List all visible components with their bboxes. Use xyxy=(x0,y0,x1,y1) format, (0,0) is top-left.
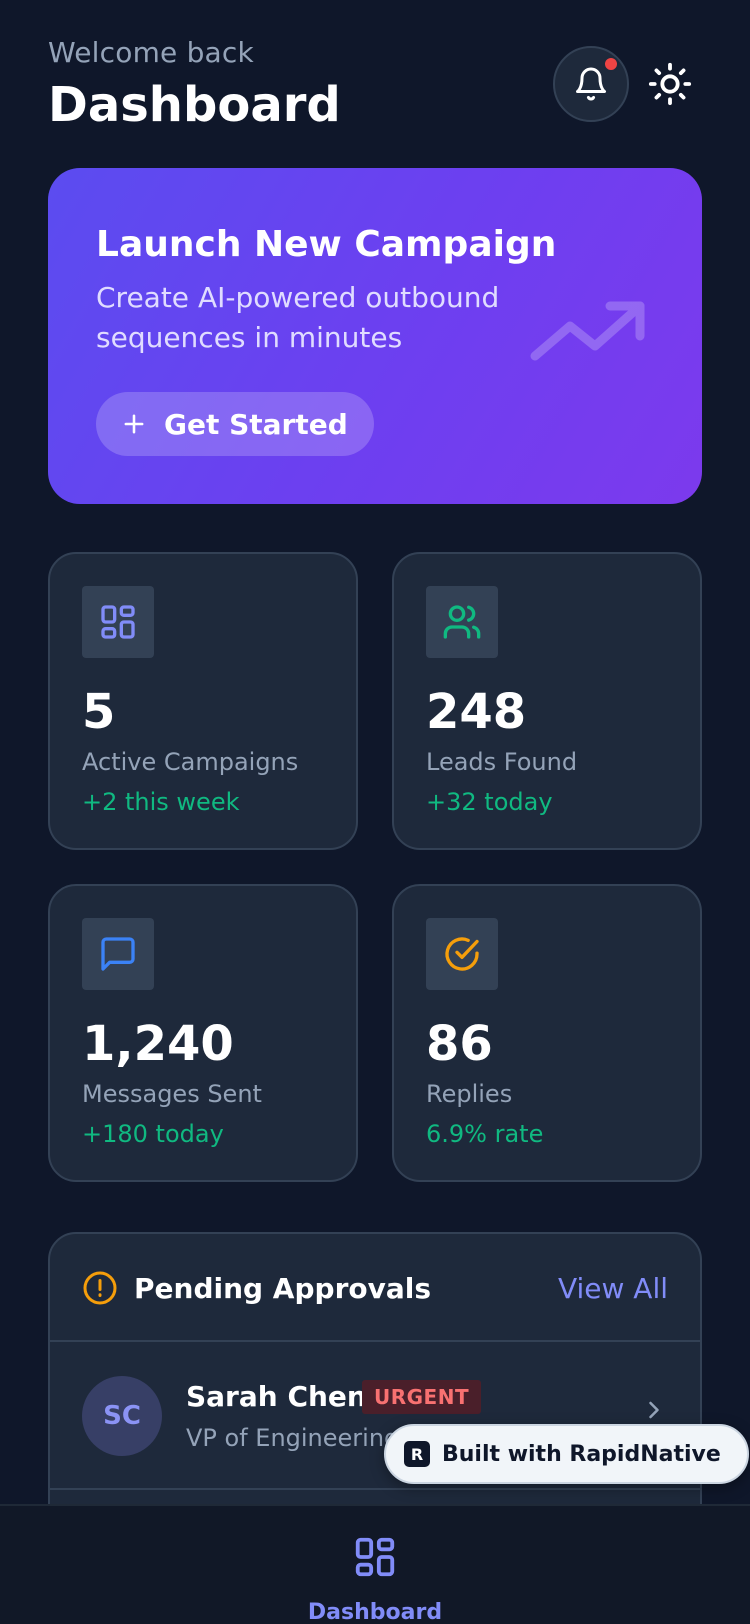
urgent-badge: URGENT xyxy=(362,1380,482,1414)
stat-label: Messages Sent xyxy=(82,1080,262,1108)
check-circle-icon xyxy=(445,937,479,971)
stat-icon-box xyxy=(426,918,498,990)
pending-approvals-header: Pending Approvals View All xyxy=(50,1234,700,1342)
bell-icon xyxy=(576,67,606,101)
header: Welcome back Dashboard xyxy=(48,36,702,136)
built-with-rapidnative-badge[interactable]: R Built with RapidNative xyxy=(384,1424,749,1484)
approval-name: Sarah Chen xyxy=(186,1380,367,1413)
tab-label: Dashboard xyxy=(307,1600,443,1624)
hero-subtitle: Create AI-powered outbound sequences in … xyxy=(96,281,500,354)
get-started-label: Get Started xyxy=(164,407,348,441)
pending-approvals-title: Pending Approvals xyxy=(134,1272,432,1305)
get-started-button[interactable]: Get Started xyxy=(96,392,374,456)
hero-title: Launch New Campaign xyxy=(96,224,557,265)
stat-delta: +180 today xyxy=(82,1120,224,1148)
stat-card-replies[interactable]: 86 Replies 6.9% rate xyxy=(392,884,702,1182)
stat-icon-box xyxy=(426,586,498,658)
chevron-right-icon xyxy=(649,1401,659,1419)
trending-up-icon xyxy=(530,301,645,361)
theme-toggle-button[interactable] xyxy=(638,52,702,116)
bottom-tab-bar: Dashboard xyxy=(0,1504,750,1624)
alert-circle-icon xyxy=(83,1271,117,1305)
sun-icon xyxy=(648,62,692,106)
avatar: SC xyxy=(82,1376,162,1456)
stat-delta: 6.9% rate xyxy=(426,1120,544,1148)
stat-value: 5 xyxy=(82,684,116,740)
badge-label: Built with RapidNative xyxy=(442,1441,721,1467)
tab-dashboard[interactable]: Dashboard xyxy=(300,1534,450,1624)
stat-card-messages-sent[interactable]: 1,240 Messages Sent +180 today xyxy=(48,884,358,1182)
rapidnative-logo-icon: R xyxy=(404,1441,430,1467)
stat-label: Active Campaigns xyxy=(82,748,299,776)
stat-label: Replies xyxy=(426,1080,513,1108)
stat-value: 248 xyxy=(426,684,527,740)
stat-value: 1,240 xyxy=(82,1016,234,1072)
stat-card-active-campaigns[interactable]: 5 Active Campaigns +2 this week xyxy=(48,552,358,850)
stat-card-leads-found[interactable]: 248 Leads Found +32 today xyxy=(392,552,702,850)
notification-dot xyxy=(603,56,619,72)
stat-icon-box xyxy=(82,586,154,658)
grid-icon xyxy=(101,605,135,639)
view-all-link[interactable]: View All xyxy=(558,1272,668,1305)
stat-icon-box xyxy=(82,918,154,990)
notifications-button[interactable] xyxy=(553,46,629,122)
message-icon xyxy=(101,937,135,971)
grid-icon xyxy=(355,1537,395,1577)
users-icon xyxy=(443,605,481,639)
launch-campaign-card[interactable]: Launch New Campaign Create AI-powered ou… xyxy=(48,168,702,504)
stat-value: 86 xyxy=(426,1016,493,1072)
plus-icon xyxy=(124,414,144,434)
stat-delta: +2 this week xyxy=(82,788,240,816)
stat-label: Leads Found xyxy=(426,748,578,776)
stat-delta: +32 today xyxy=(426,788,553,816)
